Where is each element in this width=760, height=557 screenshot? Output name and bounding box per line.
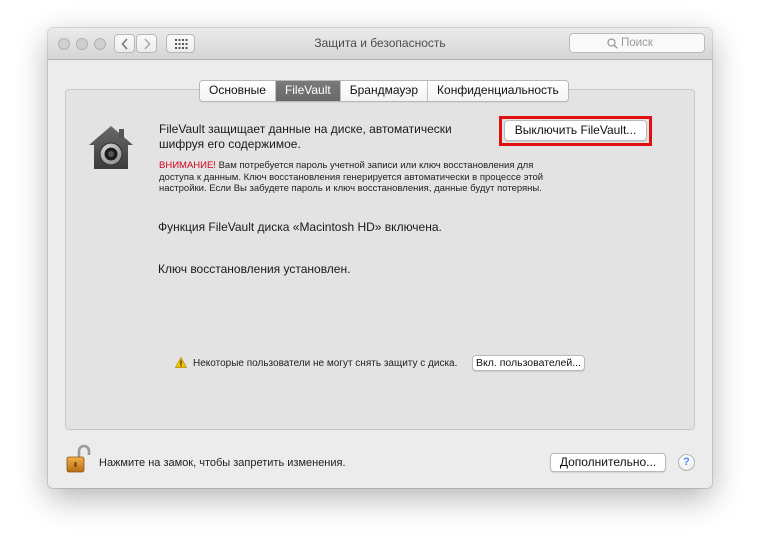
warning-icon bbox=[175, 357, 187, 368]
enable-users-button[interactable]: Вкл. пользователей... bbox=[472, 355, 585, 371]
advanced-button[interactable]: Дополнительно... bbox=[550, 453, 666, 472]
search-placeholder: Поиск bbox=[621, 37, 653, 49]
filevault-description: FileVault защищает данные на диске, авто… bbox=[159, 122, 452, 151]
recovery-key-status: Ключ восстановления установлен. bbox=[158, 262, 351, 276]
tab-privacy[interactable]: Конфиденциальность bbox=[428, 81, 568, 101]
warning-label: ВНИМАНИЕ! bbox=[159, 160, 216, 171]
title-bar: Защита и безопасность Поиск bbox=[48, 28, 712, 60]
tab-bar: Основные FileVault Брандмауэр Конфиденци… bbox=[199, 80, 569, 102]
filevault-house-icon bbox=[89, 126, 133, 169]
lock-hint: Нажмите на замок, чтобы запретить измене… bbox=[99, 457, 346, 469]
search-input[interactable]: Поиск bbox=[569, 33, 705, 53]
filevault-status: Функция FileVault диска «Macintosh HD» в… bbox=[158, 220, 442, 234]
warning-text-block: ВНИМАНИЕ! Вам потребуется пароль учетной… bbox=[159, 160, 549, 195]
warning-message: Вам потребуется пароль учетной записи ил… bbox=[159, 160, 544, 194]
tab-filevault[interactable]: FileVault bbox=[275, 81, 341, 101]
help-icon[interactable]: ? bbox=[678, 454, 695, 471]
turn-off-filevault-button[interactable]: Выключить FileVault... bbox=[504, 120, 647, 141]
tab-general[interactable]: Основные bbox=[200, 81, 276, 101]
preferences-window: Защита и безопасность Поиск Основные Fil… bbox=[48, 28, 712, 488]
users-warning: Некоторые пользователи не могут снять за… bbox=[193, 358, 458, 369]
unlocked-lock-icon[interactable] bbox=[64, 444, 92, 474]
magnifier-icon bbox=[607, 38, 618, 49]
tab-firewall[interactable]: Брандмауэр bbox=[340, 81, 429, 101]
